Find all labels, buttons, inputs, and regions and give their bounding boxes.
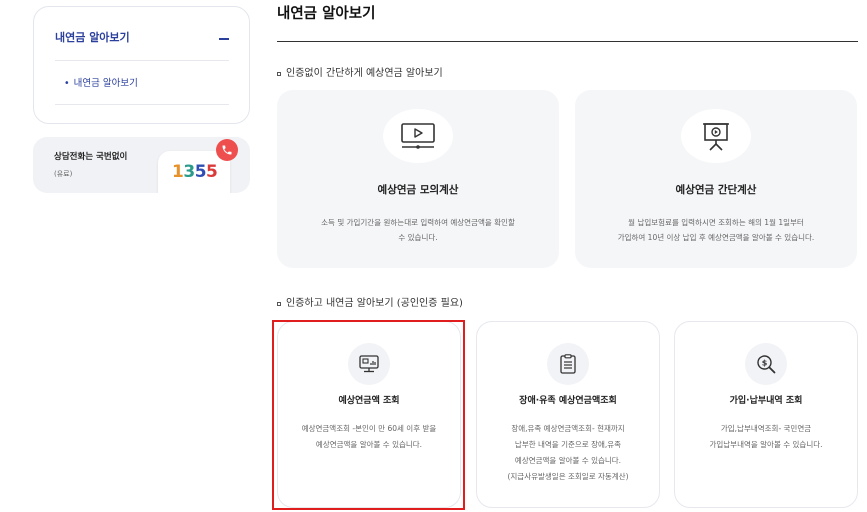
phone-digit: 1 <box>172 162 184 182</box>
section-heading-no-auth: 인증없이 간단하게 예상연금 알아보기 <box>277 67 443 80</box>
card-title: 예상연금액 조회 <box>338 396 400 406</box>
card-desc-line: 월 납입보험료를 입력하시면 조회하는 해의 1월 1일부터 <box>628 218 804 227</box>
coin-magnifier-icon: $ <box>745 343 787 385</box>
sidebar-item-my-pension[interactable]: 내연금 알아보기 <box>64 78 138 90</box>
section-heading-with-auth: 인증하고 내연금 알아보기 (공인인증 필요) <box>277 297 463 310</box>
presentation-board-icon <box>681 109 751 163</box>
simple-pension-calc-card[interactable]: 예상연금 간단계산 월 납입보험료를 입력하시면 조회하는 해의 1월 1일부터… <box>575 90 857 268</box>
monitor-chart-icon <box>348 343 390 385</box>
card-desc-line: 소득 및 가입기간을 원하는대로 입력하여 예상연금액을 확인할 <box>321 218 515 227</box>
card-desc-line: 가입납부내역을 알아볼 수 있습니다. <box>709 440 823 449</box>
video-screen-icon <box>383 109 453 163</box>
card-description: 장애,유족 예상연금액조회- 현재까지 납부한 내역을 기준으로 장애,유족 예… <box>485 421 651 485</box>
card-title: 예상연금 모의계산 <box>377 184 459 196</box>
card-desc-line: 수 있습니다. <box>398 233 438 242</box>
card-desc-line: 예상연금액을 알아볼 수 있습니다. <box>315 440 423 449</box>
card-desc-line: 가입,납부내역조회- 국민연금 <box>720 424 812 433</box>
page-title: 내연금 알아보기 <box>277 6 376 22</box>
card-title: 장애·유족 예상연금액조회 <box>519 396 617 406</box>
card-title: 예상연금 간단계산 <box>675 184 757 196</box>
sidebar-menu: 내연금 알아보기 내연금 알아보기 <box>33 6 250 124</box>
phone-number: 1355 <box>172 162 218 182</box>
card-description: 소득 및 가입기간을 원하는대로 입력하여 예상연금액을 확인할 수 있습니다. <box>295 215 541 245</box>
square-bullet-icon <box>277 71 281 76</box>
card-description: 월 납입보험료를 입력하시면 조회하는 해의 1월 1일부터 가입하여 10년 … <box>593 215 839 245</box>
phone-consult-note: (유료) <box>54 170 73 178</box>
sidebar-menu-title[interactable]: 내연금 알아보기 <box>55 31 130 45</box>
card-desc-line: (지급사유발생일은 조회일로 자동계산) <box>507 472 629 481</box>
sidebar-divider <box>55 104 229 105</box>
card-desc-line: 예상연금액조회 -본인이 만 60세 이후 받을 <box>301 424 437 433</box>
phone-consult-title: 상담전화는 국번없이 <box>54 152 128 162</box>
card-title: 가입·납부내역 조회 <box>729 396 803 406</box>
card-desc-line: 가입하여 10년 이상 납입 후 예상연금액을 알아볼 수 있습니다. <box>617 233 815 242</box>
sidebar-menu-header[interactable]: 내연금 알아보기 <box>55 31 229 61</box>
clipboard-list-icon <box>547 343 589 385</box>
square-bullet-icon <box>277 301 281 306</box>
expected-pension-inquiry-card[interactable]: 예상연금액 조회 예상연금액조회 -본인이 만 60세 이후 받을 예상연금액을… <box>277 321 461 508</box>
card-description: 가입,납부내역조회- 국민연금 가입납부내역을 알아볼 수 있습니다. <box>683 421 849 453</box>
card-desc-line: 납부한 내역을 기준으로 장애,유족 <box>514 440 622 449</box>
phone-call-icon <box>216 139 238 161</box>
card-description: 예상연금액조회 -본인이 만 60세 이후 받을 예상연금액을 알아볼 수 있습… <box>286 421 452 453</box>
collapse-minus-icon[interactable] <box>219 38 229 40</box>
mock-pension-calc-card[interactable]: 예상연금 모의계산 소득 및 가입기간을 원하는대로 입력하여 예상연금액을 확… <box>277 90 559 268</box>
title-divider <box>277 41 858 42</box>
subscription-payment-history-card[interactable]: $ 가입·납부내역 조회 가입,납부내역조회- 국민연금 가입납부내역을 알아볼… <box>674 321 858 508</box>
phone-digit: 5 <box>206 162 218 182</box>
section-heading-text: 인증하고 내연금 알아보기 (공인인증 필요) <box>286 298 463 309</box>
phone-digit: 5 <box>194 162 207 182</box>
disability-survivor-pension-card[interactable]: 장애·유족 예상연금액조회 장애,유족 예상연금액조회- 현재까지 납부한 내역… <box>476 321 660 508</box>
section-heading-text: 인증없이 간단하게 예상연금 알아보기 <box>286 68 443 79</box>
phone-digit: 3 <box>183 162 195 182</box>
card-desc-line: 장애,유족 예상연금액조회- 현재까지 <box>511 424 625 433</box>
phone-consult-banner: 상담전화는 국번없이 (유료) 1355 <box>33 137 250 193</box>
card-desc-line: 예상연금액을 알아볼 수 있습니다. <box>514 456 622 465</box>
svg-text:$: $ <box>762 359 768 368</box>
